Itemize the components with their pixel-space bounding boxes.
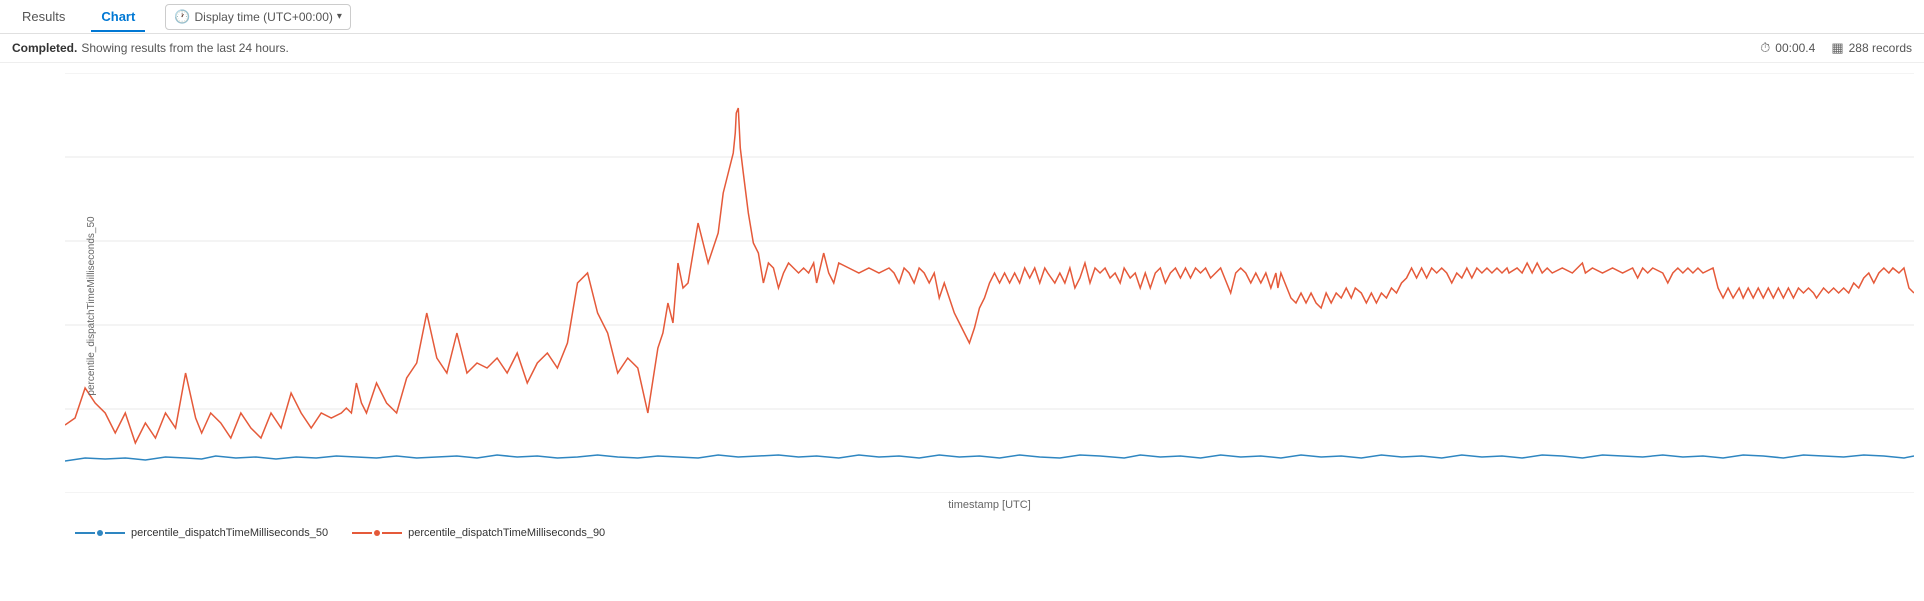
chart-y-axis-label: percentile_dispatchTimeMilliseconds_50 xyxy=(86,216,97,395)
p50-line xyxy=(65,455,1914,461)
records-value: 288 records xyxy=(1849,41,1912,55)
legend-label-p50: percentile_dispatchTimeMilliseconds_50 xyxy=(131,527,328,539)
status-right: ⏱ 00:00.4 ▦ 288 records xyxy=(1760,40,1912,56)
duration-value: 00:00.4 xyxy=(1775,41,1815,55)
legend-item-p90: percentile_dispatchTimeMilliseconds_90 xyxy=(352,527,605,539)
status-bar: Completed. Showing results from the last… xyxy=(0,34,1924,63)
chevron-down-icon: ▾ xyxy=(337,11,342,22)
top-bar: Results Chart 🕐 Display time (UTC+00:00)… xyxy=(0,0,1924,34)
status-left: Completed. Showing results from the last… xyxy=(12,41,289,55)
chart-wrapper: percentile_dispatchTimeMilliseconds_50 5… xyxy=(0,63,1924,549)
display-time-selector[interactable]: 🕐 Display time (UTC+00:00) ▾ xyxy=(165,4,351,30)
legend-line-p50 xyxy=(75,530,125,536)
display-time-label: Display time (UTC+00:00) xyxy=(195,10,333,24)
table-icon: ▦ xyxy=(1831,40,1843,56)
clock-icon-small: ⏱ xyxy=(1760,40,1770,56)
legend-line-p90 xyxy=(352,530,402,536)
x-axis-label: timestamp [UTC] xyxy=(65,499,1914,511)
legend-item-p50: percentile_dispatchTimeMilliseconds_50 xyxy=(75,527,328,539)
legend-label-p90: percentile_dispatchTimeMilliseconds_90 xyxy=(408,527,605,539)
status-time: ⏱ 00:00.4 xyxy=(1760,40,1815,56)
chart-legend: percentile_dispatchTimeMilliseconds_50 p… xyxy=(65,519,1914,539)
tab-chart[interactable]: Chart xyxy=(91,3,145,32)
status-message: Showing results from the last 24 hours. xyxy=(81,41,288,55)
status-records: ▦ 288 records xyxy=(1831,40,1912,56)
clock-icon: 🕐 xyxy=(174,9,190,25)
completed-label: Completed. xyxy=(12,41,77,55)
tab-results[interactable]: Results xyxy=(12,3,75,32)
chart-svg: 500 400 300 200 100 0 11:00 PM Apr 30 1:… xyxy=(65,73,1914,493)
p90-line xyxy=(65,108,1914,443)
